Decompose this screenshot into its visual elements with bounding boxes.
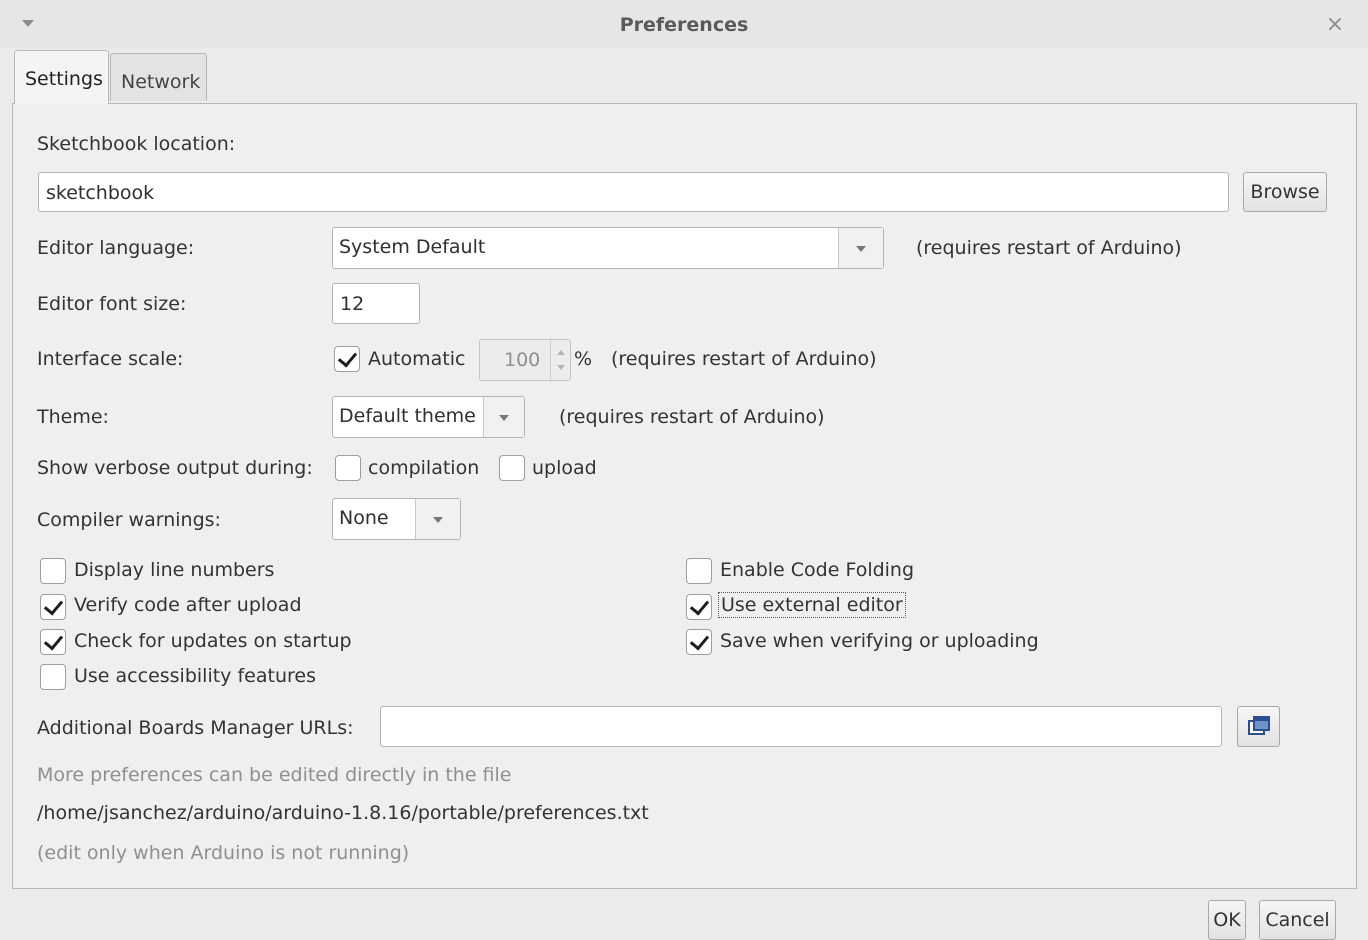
boards-url-input[interactable] — [380, 706, 1222, 747]
editor-language-label: Editor language: — [37, 237, 195, 259]
theme-value: Default theme — [339, 405, 476, 427]
font-size-label: Editor font size: — [37, 293, 187, 315]
check-updates-label: Check for updates on startup — [74, 630, 352, 652]
sketchbook-value: sketchbook — [46, 182, 155, 204]
close-icon[interactable]: × — [1322, 12, 1348, 38]
cancel-button[interactable]: Cancel — [1259, 900, 1336, 940]
verify-code-checkbox[interactable] — [40, 594, 66, 620]
tab-network[interactable]: Network — [110, 53, 207, 101]
chevron-down-icon — [856, 246, 866, 252]
chevron-down-icon — [433, 517, 443, 523]
upload-checkbox[interactable] — [499, 455, 525, 481]
display-line-numbers-label: Display line numbers — [74, 559, 275, 581]
sketchbook-label: Sketchbook location: — [37, 133, 236, 155]
restart-note: (requires restart of Arduino) — [916, 237, 1182, 259]
more-preferences-note: More preferences can be edited directly … — [37, 764, 512, 786]
editor-language-value: System Default — [339, 236, 486, 258]
check-updates-checkbox[interactable] — [40, 629, 66, 655]
chevron-down-icon — [557, 365, 565, 370]
edit-note: (edit only when Arduino is not running) — [37, 842, 410, 864]
display-line-numbers-checkbox[interactable] — [40, 558, 66, 584]
window-title: Preferences — [619, 14, 749, 36]
restart-note: (requires restart of Arduino) — [559, 406, 825, 428]
automatic-checkbox[interactable] — [334, 346, 360, 372]
browse-button[interactable]: Browse — [1243, 172, 1327, 212]
compiler-warnings-value: None — [339, 507, 389, 529]
editor-language-select[interactable]: System Default — [332, 227, 884, 269]
compiler-warnings-select[interactable]: None — [332, 498, 461, 540]
compilation-checkbox[interactable] — [335, 455, 361, 481]
external-editor-label: Use external editor — [718, 592, 906, 618]
ok-button[interactable]: OK — [1208, 900, 1246, 940]
verbose-label: Show verbose output during: — [37, 457, 313, 479]
chevron-down-icon — [499, 415, 509, 421]
boards-url-edit-button[interactable] — [1237, 706, 1280, 747]
compilation-label: compilation — [368, 457, 480, 479]
interface-scale-label: Interface scale: — [37, 348, 184, 370]
boards-url-label: Additional Boards Manager URLs: — [37, 717, 354, 739]
verify-code-label: Verify code after upload — [74, 594, 302, 616]
tab-settings[interactable]: Settings — [14, 50, 109, 104]
save-on-verify-label: Save when verifying or uploading — [720, 630, 1039, 652]
accessibility-checkbox[interactable] — [40, 664, 66, 690]
theme-label: Theme: — [37, 406, 109, 428]
restart-note: (requires restart of Arduino) — [611, 348, 877, 370]
code-folding-label: Enable Code Folding — [720, 559, 915, 581]
window-list-icon — [1248, 716, 1270, 735]
theme-select[interactable]: Default theme — [332, 396, 525, 438]
chevron-up-icon — [557, 350, 565, 355]
compiler-warnings-label: Compiler warnings: — [37, 509, 221, 531]
save-on-verify-checkbox[interactable] — [686, 629, 712, 655]
code-folding-checkbox[interactable] — [686, 558, 712, 584]
preferences-file-path: /home/jsanchez/arduino/arduino-1.8.16/po… — [37, 802, 649, 824]
scale-spinner: 100 — [479, 339, 571, 381]
percent-label: % — [574, 348, 593, 370]
external-editor-checkbox[interactable] — [686, 594, 712, 620]
theme-dropdown-button[interactable] — [483, 397, 524, 437]
scale-value: 100 — [504, 349, 541, 371]
sketchbook-input[interactable]: sketchbook — [38, 172, 1229, 212]
compiler-warnings-dropdown-button[interactable] — [415, 499, 460, 539]
accessibility-label: Use accessibility features — [74, 665, 316, 687]
font-size-input[interactable]: 12 — [332, 283, 420, 324]
upload-label: upload — [532, 457, 597, 479]
scale-stepper — [550, 340, 572, 380]
font-size-value: 12 — [340, 293, 365, 315]
automatic-label: Automatic — [368, 348, 466, 370]
editor-language-dropdown-button[interactable] — [838, 228, 883, 268]
